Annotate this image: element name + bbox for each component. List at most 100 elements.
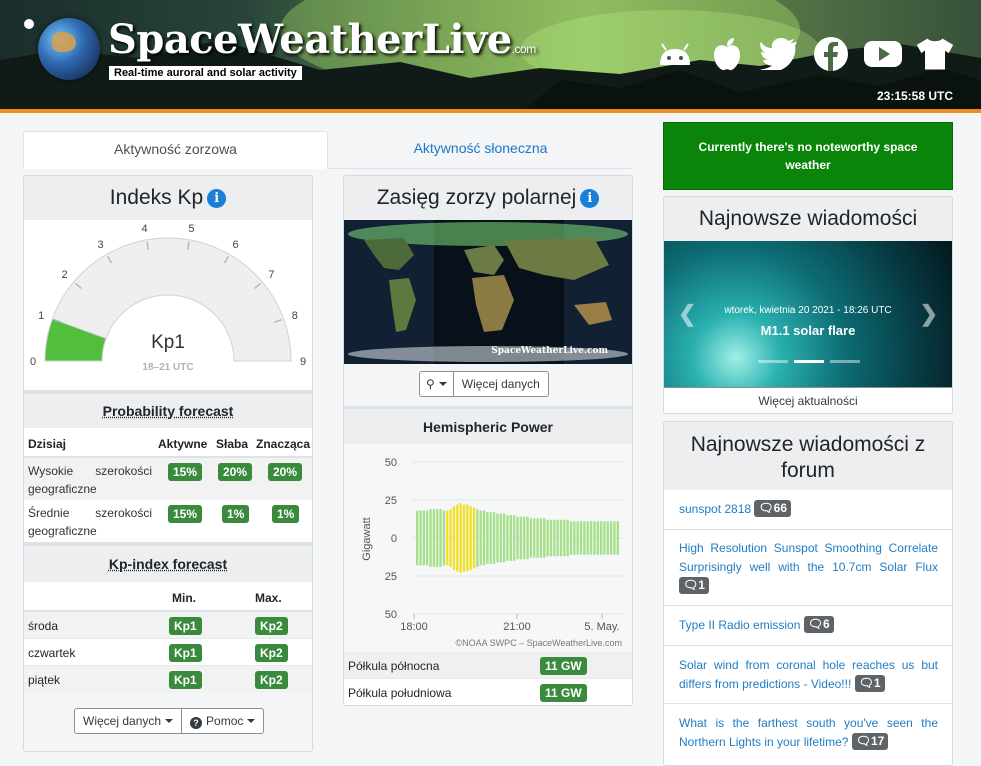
hp-bar-south	[540, 538, 542, 558]
forum-card-title: Najnowsze wiadomości z forum	[664, 422, 952, 490]
kp-max-badge: Kp2	[255, 617, 288, 635]
logo-globe-icon[interactable]	[38, 18, 100, 80]
carousel-indicator[interactable]	[830, 360, 860, 363]
hp-bar-north	[587, 521, 589, 538]
forum-topic-link[interactable]: Solar wind from coronal hole reaches us …	[679, 658, 938, 691]
forum-topic-link[interactable]: sunspot 2818	[679, 502, 751, 516]
table-row: Wysokie szerokości geograficzne 15% 20% …	[24, 458, 312, 500]
info-icon[interactable]: i	[580, 189, 599, 208]
news-carousel[interactable]: wtorek, kwietnia 20 2021 - 18:26 UTC M1.…	[664, 241, 952, 387]
hp-bar-north	[483, 511, 485, 538]
x-tick-label: 18:00	[400, 621, 428, 633]
latest-news-card: Najnowsze wiadomości wtorek, kwietnia 20…	[663, 196, 953, 414]
hp-bar-north	[580, 521, 582, 538]
news-slide-title[interactable]: M1.1 solar flare	[664, 323, 952, 338]
hp-bar-south	[513, 538, 515, 561]
forum-topic-link[interactable]: What is the farthest south you've seen t…	[679, 716, 938, 749]
forum-topic-link[interactable]: Type II Radio emission	[679, 618, 800, 632]
gauge-tick-label: 7	[268, 269, 274, 281]
hp-bar-south	[496, 538, 498, 562]
zoom-dropdown[interactable]: ⚲	[419, 371, 454, 397]
youtube-icon[interactable]	[863, 36, 903, 72]
carousel-indicator-active[interactable]	[794, 360, 824, 363]
hp-bar-north	[617, 521, 619, 538]
hp-bar-south	[566, 538, 568, 556]
hp-bar-north	[600, 521, 602, 538]
twitter-icon[interactable]	[759, 36, 799, 72]
kp-forecast-header: Kp-index forecast	[24, 542, 312, 582]
hp-bar-south	[503, 538, 505, 562]
apple-icon[interactable]	[707, 36, 747, 72]
south-power-badge: 11 GW	[540, 684, 587, 702]
hp-bar-south	[443, 538, 445, 565]
prob-badge: 1%	[272, 505, 299, 523]
south-hemisphere-label: Półkula południowa	[348, 686, 451, 700]
hp-bar-south	[476, 538, 478, 567]
hp-bar-north	[577, 521, 579, 538]
hp-bar-south	[516, 538, 518, 559]
gauge-tick-label: 8	[292, 310, 298, 322]
android-icon[interactable]	[655, 36, 695, 72]
hp-bar-north	[607, 521, 609, 538]
hp-bar-north	[463, 505, 465, 538]
y-tick-label: 50	[385, 457, 397, 469]
more-data-dropdown[interactable]: Więcej danych	[74, 708, 182, 734]
hp-bar-south	[483, 538, 485, 565]
hp-bar-south	[446, 538, 448, 565]
hp-bar-north	[590, 521, 592, 538]
tab-solar-activity[interactable]: Aktywność słoneczna	[328, 131, 633, 169]
hp-bar-north	[459, 503, 461, 538]
prob-col-active: Aktywne	[158, 437, 207, 451]
site-title[interactable]: SpaceWeatherLive.com	[108, 16, 536, 63]
probability-forecast-title[interactable]: Probability forecast	[103, 403, 234, 419]
list-item: What is the farthest south you've seen t…	[664, 704, 952, 764]
prob-badge: 20%	[268, 463, 302, 481]
prob-col-significant: Znacząca	[256, 437, 310, 451]
hp-bar-south	[530, 538, 532, 558]
list-item: Solar wind from coronal hole reaches us …	[664, 646, 952, 704]
kp-day-label: piątek	[28, 673, 60, 687]
aurora-button-group: ⚲ Więcej danych	[419, 371, 549, 397]
kp-forecast-title[interactable]: Kp-index forecast	[109, 556, 227, 572]
aurora-card-header: Zasięg zorzy polarnej i	[344, 176, 632, 220]
forum-topic-link[interactable]: High Resolution Sunspot Smoothing Correl…	[679, 541, 938, 574]
aurora-oval-card: Zasięg zorzy polarnej i SpaceWeatherLive.…	[343, 175, 633, 706]
kp-gauge-value: Kp1	[24, 332, 312, 354]
social-links	[655, 36, 955, 72]
hp-bar-north	[603, 521, 605, 538]
hp-bar-north	[597, 521, 599, 538]
hp-bar-south	[610, 538, 612, 555]
hp-bar-north	[506, 515, 508, 538]
hp-bar-south	[536, 538, 538, 558]
y-tick-label: 25	[385, 571, 397, 583]
more-news-link[interactable]: Więcej aktualności	[664, 387, 952, 413]
kp-gauge: 0123456789 Kp1 18–21 UTC	[24, 220, 312, 390]
hp-bar-south	[436, 538, 438, 567]
help-dropdown[interactable]: ? Pomoc	[182, 708, 264, 734]
y-tick-label: 50	[385, 609, 397, 621]
carousel-indicator[interactable]	[758, 360, 788, 363]
hp-bar-north	[536, 518, 538, 538]
kp-button-group: Więcej danych ? Pomoc	[74, 708, 264, 734]
tshirt-icon[interactable]	[915, 36, 955, 72]
prob-badge: 1%	[222, 505, 249, 523]
hp-bar-south	[583, 538, 585, 555]
hp-bar-north	[610, 521, 612, 538]
hp-bar-north	[516, 517, 518, 538]
carousel-next-icon[interactable]: ❯	[920, 301, 938, 327]
hp-bar-north	[530, 518, 532, 538]
aurora-more-data-button[interactable]: Więcej danych	[454, 371, 549, 397]
aurora-world-map[interactable]: SpaceWeatherLive.com	[344, 220, 632, 364]
info-icon[interactable]: i	[207, 189, 226, 208]
carousel-prev-icon[interactable]: ❮	[678, 301, 696, 327]
hp-bar-north	[453, 506, 455, 538]
table-row: czwartek Kp1 Kp2	[24, 639, 312, 666]
facebook-icon[interactable]	[811, 36, 851, 72]
tab-aurora-activity[interactable]: Aktywność zorzowa	[23, 131, 328, 169]
hp-bar-south	[439, 538, 441, 567]
space-weather-alert[interactable]: Currently there's no noteworthy space we…	[663, 122, 953, 190]
hp-bar-north	[470, 506, 472, 538]
hp-bar-south	[490, 538, 492, 564]
hp-bar-north	[556, 520, 558, 538]
hp-bar-north	[583, 521, 585, 538]
